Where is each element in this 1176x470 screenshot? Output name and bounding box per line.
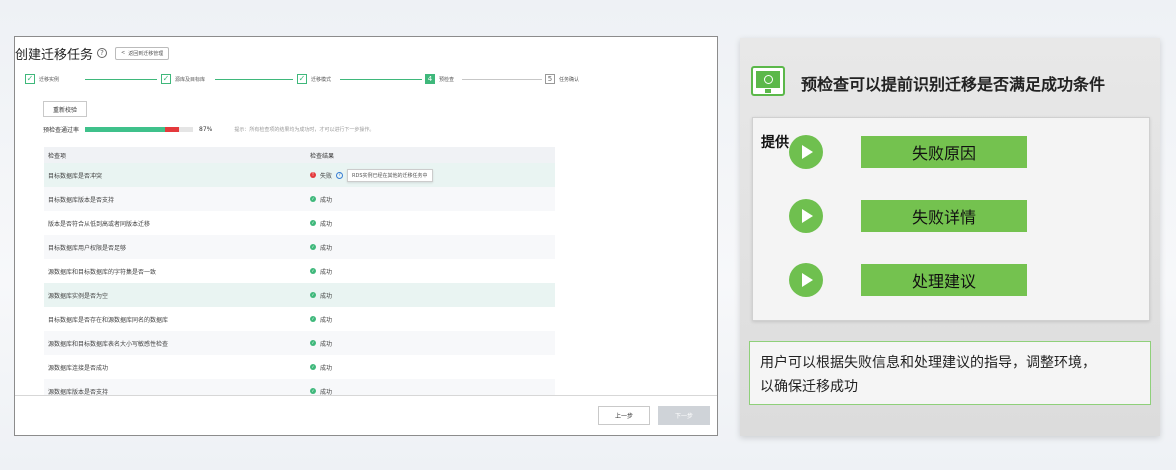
success-icon: ✓	[310, 268, 316, 274]
table-row: 源数据库连接是否成功 ✓ 成功	[44, 355, 555, 379]
check-item: 源数据库和目标数据库的字符集是否一致	[48, 268, 157, 276]
table-header: 检查项 检查结果	[44, 147, 555, 163]
step-connector	[340, 79, 422, 80]
step-3: ✓ 迁移模式	[297, 74, 331, 84]
step-connector	[462, 79, 542, 80]
check-icon: ✓	[161, 74, 171, 84]
success-icon: ✓	[310, 388, 316, 394]
prev-button[interactable]: 上一步	[598, 406, 650, 425]
step-number: 4	[425, 74, 435, 84]
check-item: 目标数据库是否存在和源数据库同名的数据库	[48, 316, 169, 324]
info-panel: 预检查可以提前识别迁移是否满足成功条件 提供 失败原因 失败详情 处理建议 用户…	[740, 38, 1160, 436]
title-row: 创建迁移任务 ? < 返回到迁移管理	[15, 43, 170, 63]
fail-tooltip: RDS实例已经在其他的迁移任务中	[347, 168, 433, 182]
note-line-1: 用户可以根据失败信息和处理建议的指导，调整环境，	[760, 355, 1096, 371]
pass-rate-value: 87%	[199, 126, 213, 133]
check-result: 成功	[320, 340, 333, 348]
check-item: 版本是否符合从低到高或者同版本迁移	[48, 220, 151, 228]
check-item: 源数据库实例是否为空	[48, 292, 109, 300]
pass-rate-tip: 提示：所有检查项的结果均为成功时，才可以进行下一步操作。	[234, 127, 375, 133]
step-connector	[85, 79, 157, 80]
chevron-left-icon: <	[121, 50, 126, 56]
pass-rate-label: 预检查通过率	[43, 127, 80, 134]
check-table: 检查项 检查结果 目标数据库是否冲突 ! 失败 ? RDS实例已经在其他的迁移任…	[44, 147, 555, 403]
play-icon	[789, 135, 823, 169]
panel-heading: 预检查可以提前识别迁移是否满足成功条件	[801, 75, 1106, 94]
table-row: 目标数据库用户权限是否足够 ✓ 成功	[44, 235, 555, 259]
help-icon[interactable]: ?	[97, 48, 108, 58]
check-item: 目标数据库版本是否支持	[48, 196, 115, 204]
step-2: ✓ 源库及目标库	[161, 74, 205, 84]
success-icon: ✓	[310, 244, 316, 250]
pass-rate-row: 预检查通过率 87% 提示：所有检查项的结果均为成功时，才可以进行下一步操作。	[43, 125, 374, 134]
feature-label: 失败详情	[861, 200, 1027, 232]
table-row: 源数据库和目标数据库的字符集是否一致 ✓ 成功	[44, 259, 555, 283]
monitor-icon	[751, 66, 785, 96]
step-label: 迁移模式	[311, 76, 332, 83]
success-icon: ✓	[310, 364, 316, 370]
success-icon: ✓	[310, 316, 316, 322]
check-item: 源数据库连接是否成功	[48, 364, 109, 372]
table-row: 源数据库和目标数据库表名大小写敏感性检查 ✓ 成功	[44, 331, 555, 355]
pass-rate-fill	[85, 127, 165, 132]
step-4: 4 预检查	[425, 74, 454, 84]
back-button[interactable]: < 返回到迁移管理	[115, 46, 170, 60]
page-title: 创建迁移任务	[15, 47, 94, 63]
feature-label: 处理建议	[861, 264, 1027, 296]
success-icon: ✓	[310, 292, 316, 298]
check-item: 目标数据库用户权限是否足够	[48, 244, 127, 252]
note-box: 用户可以根据失败信息和处理建议的指导，调整环境， 以确保迁移成功	[749, 341, 1151, 405]
footer-bar: 上一步 下一步	[15, 395, 717, 435]
success-icon: ✓	[310, 196, 316, 202]
table-row: 版本是否符合从低到高或者同版本迁移 ✓ 成功	[44, 211, 555, 235]
provide-box: 提供 失败原因 失败详情 处理建议	[752, 117, 1150, 321]
check-result: 成功	[320, 316, 333, 324]
feature-fail-detail: 失败详情	[789, 199, 1027, 233]
check-icon: ✓	[297, 74, 307, 84]
check-result: 成功	[320, 292, 333, 300]
table-row: 源数据库实例是否为空 ✓ 成功	[44, 283, 555, 307]
step-5: 5 任务确认	[545, 74, 579, 84]
success-icon: ✓	[310, 220, 316, 226]
step-number: 5	[545, 74, 555, 84]
provide-label: 提供	[761, 135, 789, 151]
question-icon[interactable]: ?	[336, 171, 344, 179]
check-result: 成功	[320, 196, 333, 204]
step-label: 预检查	[439, 76, 455, 83]
success-icon: ✓	[310, 340, 316, 346]
column-header-result: 检查结果	[310, 152, 335, 160]
check-icon: ✓	[25, 74, 35, 84]
table-row: 目标数据库版本是否支持 ✓ 成功	[44, 187, 555, 211]
check-result: 成功	[320, 220, 333, 228]
check-item: 目标数据库是否冲突	[48, 172, 103, 180]
feature-fail-reason: 失败原因	[789, 135, 1027, 169]
error-icon: !	[310, 172, 316, 178]
table-row: 目标数据库是否存在和源数据库同名的数据库 ✓ 成功	[44, 307, 555, 331]
step-connector	[215, 79, 293, 80]
step-label: 迁移实例	[39, 76, 60, 83]
note-line-2: 以确保迁移成功	[760, 379, 858, 395]
next-button[interactable]: 下一步	[658, 406, 710, 425]
check-result: 失败	[320, 172, 333, 180]
recheck-button[interactable]: 重新校验	[43, 101, 88, 117]
play-icon	[789, 263, 823, 297]
feature-label: 失败原因	[861, 136, 1027, 168]
pass-rate-bar	[85, 127, 194, 132]
check-item: 源数据库和目标数据库表名大小写敏感性检查	[48, 340, 169, 348]
check-result: 成功	[320, 364, 333, 372]
step-1: ✓ 迁移实例	[25, 74, 59, 84]
console-screenshot: 创建迁移任务 ? < 返回到迁移管理 ✓ 迁移实例 ✓ 源库及目标库 ✓ 迁移模…	[14, 36, 718, 436]
table-row[interactable]: 目标数据库是否冲突 ! 失败 ? RDS实例已经在其他的迁移任务中	[44, 163, 555, 187]
step-label: 任务确认	[559, 76, 580, 83]
check-result: 成功	[320, 244, 333, 252]
check-result: 成功	[320, 268, 333, 276]
fail-rate-fill	[164, 127, 179, 132]
feature-suggestion: 处理建议	[789, 263, 1027, 297]
play-icon	[789, 199, 823, 233]
column-header-item: 检查项	[48, 152, 67, 160]
step-label: 源库及目标库	[175, 76, 206, 83]
step-indicator: ✓ 迁移实例 ✓ 源库及目标库 ✓ 迁移模式 4 预检查 5 任务确认	[25, 74, 580, 86]
